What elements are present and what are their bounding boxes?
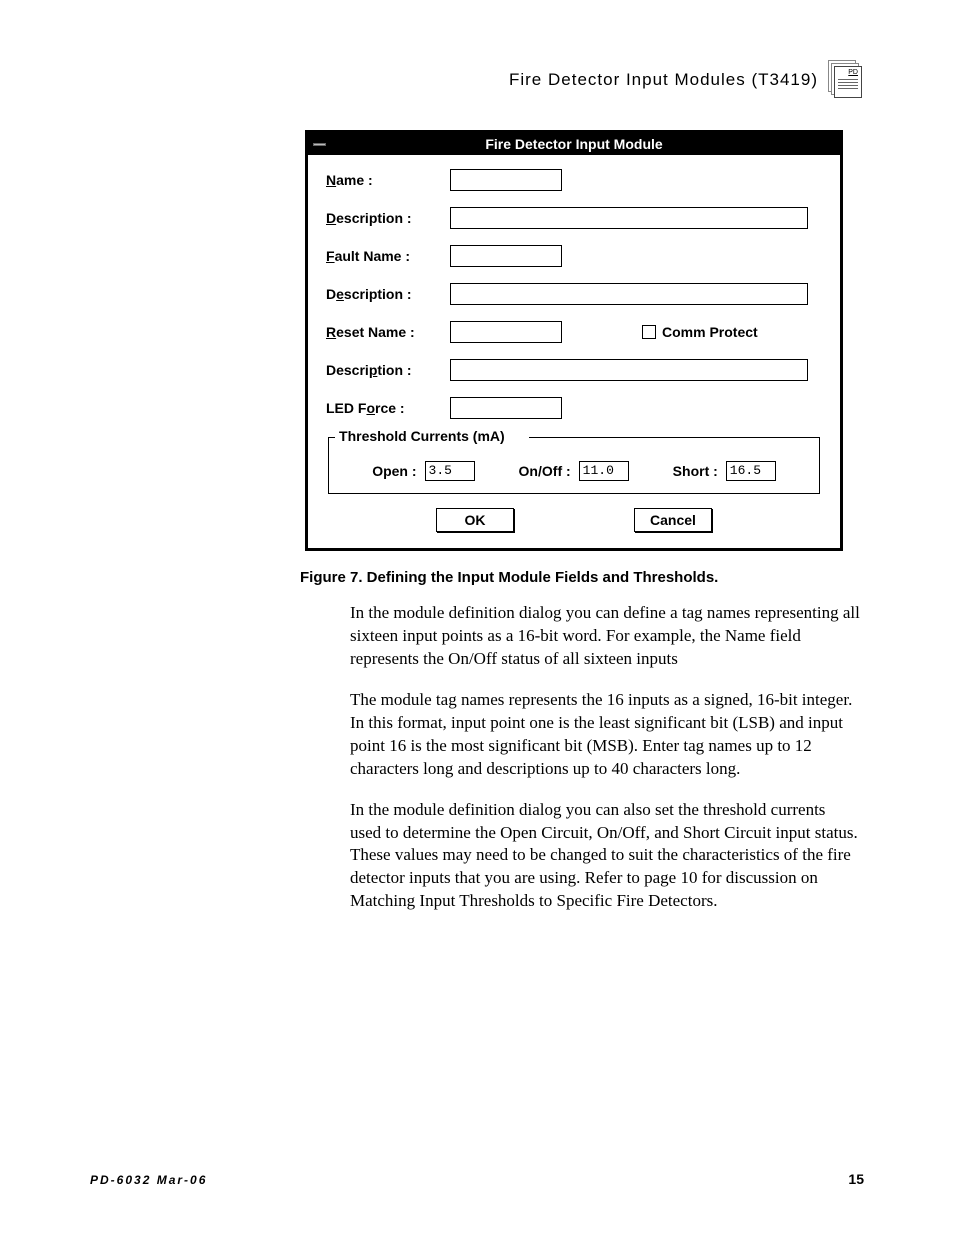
led-force-label: LED Force : — [326, 400, 450, 416]
name-input[interactable] — [450, 169, 562, 191]
page-header: Fire Detector Input Modules (T3419) PD — [90, 60, 864, 100]
description2-input[interactable] — [450, 283, 808, 305]
description1-input[interactable] — [450, 207, 808, 229]
doc-id: PD-6032 Mar-06 — [90, 1173, 207, 1187]
comm-protect-checkbox[interactable]: Comm Protect — [642, 324, 758, 340]
dialog-titlebar: Fire Detector Input Module — [308, 133, 840, 155]
paragraph-3: In the module definition dialog you can … — [350, 799, 860, 914]
description1-label: Description : — [326, 210, 450, 226]
comm-protect-label: Comm Protect — [662, 324, 758, 340]
description3-label: Description : — [326, 362, 450, 378]
body-text: In the module definition dialog you can … — [350, 602, 860, 913]
short-label: Short : — [673, 463, 718, 479]
description2-label: Description : — [326, 286, 450, 302]
document-stack-icon: PD — [828, 60, 864, 100]
paragraph-2: The module tag names represents the 16 i… — [350, 689, 860, 781]
fault-name-input[interactable] — [450, 245, 562, 267]
name-label: Name : — [326, 172, 450, 188]
checkbox-icon — [642, 325, 656, 339]
threshold-currents-group: Threshold Currents (mA) Open : 3.5 On/Of… — [328, 437, 820, 494]
fault-name-label: Fault Name : — [326, 248, 450, 264]
onoff-input[interactable]: 11.0 — [579, 461, 629, 481]
description3-input[interactable] — [450, 359, 808, 381]
open-label: Open : — [372, 463, 416, 479]
dialog-title: Fire Detector Input Module — [330, 136, 840, 152]
open-input[interactable]: 3.5 — [425, 461, 475, 481]
led-force-input[interactable] — [450, 397, 562, 419]
onoff-label: On/Off : — [519, 463, 571, 479]
ok-button[interactable]: OK — [436, 508, 514, 532]
threshold-group-label: Threshold Currents (mA) — [337, 428, 507, 444]
reset-name-label: Reset Name : — [326, 324, 450, 340]
page-footer: PD-6032 Mar-06 15 — [90, 1171, 864, 1187]
cancel-button[interactable]: Cancel — [634, 508, 712, 532]
paragraph-1: In the module definition dialog you can … — [350, 602, 860, 671]
figure-caption: Figure 7. Defining the Input Module Fiel… — [300, 569, 864, 586]
reset-name-input[interactable] — [450, 321, 562, 343]
page-number: 15 — [848, 1171, 864, 1187]
fire-detector-dialog: Fire Detector Input Module Name : Descri… — [305, 130, 843, 551]
short-input[interactable]: 16.5 — [726, 461, 776, 481]
header-title: Fire Detector Input Modules (T3419) — [509, 70, 818, 90]
system-menu-icon[interactable] — [308, 133, 330, 155]
